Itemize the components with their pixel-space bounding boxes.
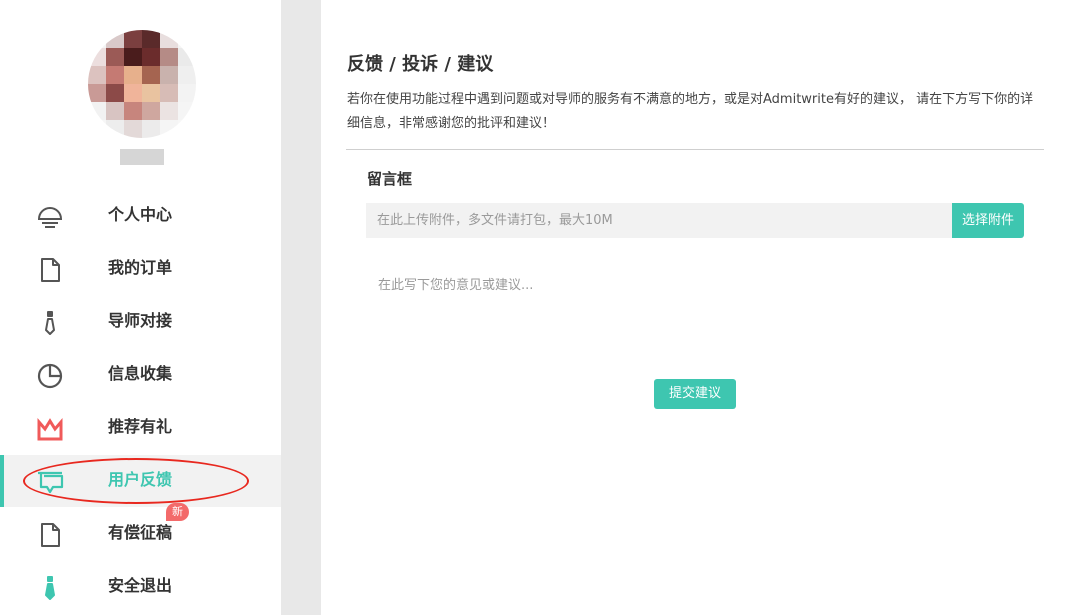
choose-attachment-button[interactable]: 选择附件 xyxy=(952,203,1024,238)
sidebar-item-info-collection[interactable]: 信息收集 xyxy=(0,349,281,401)
pie-chart-icon xyxy=(36,362,64,390)
tie-icon xyxy=(36,574,64,602)
sidebar-item-label: 安全退出 xyxy=(108,576,173,595)
sidebar-item-personal-center[interactable]: 个人中心 xyxy=(0,190,281,242)
person-bust-icon xyxy=(36,203,64,231)
sidebar-item-mentor-matching[interactable]: 导师对接 xyxy=(0,296,281,348)
divider xyxy=(281,0,321,615)
sidebar-item-label: 信息收集 xyxy=(108,364,173,383)
sidebar-item-label: 推荐有礼 xyxy=(108,417,173,436)
divider-line xyxy=(346,149,1044,150)
sidebar-item-label: 个人中心 xyxy=(108,205,173,224)
document-icon xyxy=(36,256,64,284)
tie-icon xyxy=(36,309,64,337)
sidebar-item-label: 我的订单 xyxy=(108,258,173,277)
username-placeholder xyxy=(120,149,164,165)
page-description: 若你在使用功能过程中遇到问题或对导师的服务有不满意的地方，或是对Admitwri… xyxy=(347,92,1034,131)
sidebar-item-referral-rewards[interactable]: 推荐有礼 xyxy=(0,402,281,454)
page-title: 反馈 / 投诉 / 建议 xyxy=(347,54,494,75)
submit-button[interactable]: 提交建议 xyxy=(654,379,736,409)
attachment-input[interactable] xyxy=(366,203,952,238)
avatar[interactable] xyxy=(88,30,196,138)
feedback-panel: 反馈 / 投诉 / 建议 若你在使用功能过程中遇到问题或对导师的服务有不满意的地… xyxy=(321,0,1067,615)
new-badge: 新 xyxy=(166,503,189,521)
message-box-title: 留言框 xyxy=(367,170,413,188)
sidebar-item-label: 用户反馈 xyxy=(108,470,173,489)
sidebar-item-user-feedback[interactable]: 用户反馈 xyxy=(0,455,281,507)
sidebar-item-label: 有偿征稿 xyxy=(108,523,173,542)
sidebar-item-paid-submissions[interactable]: 有偿征稿 新 xyxy=(0,503,281,560)
sidebar-item-label: 导师对接 xyxy=(108,311,173,330)
chat-bubble-icon xyxy=(36,468,64,496)
message-textarea[interactable] xyxy=(366,262,1024,352)
crown-icon xyxy=(36,415,64,443)
sidebar-item-my-orders[interactable]: 我的订单 xyxy=(0,243,281,295)
sidebar: 个人中心 我的订单 导师对接 信息收集 推荐有礼 用户反馈 有偿征稿 新 安全退… xyxy=(0,0,281,615)
sidebar-item-logout[interactable]: 安全退出 xyxy=(0,561,281,613)
document-icon xyxy=(36,521,64,549)
